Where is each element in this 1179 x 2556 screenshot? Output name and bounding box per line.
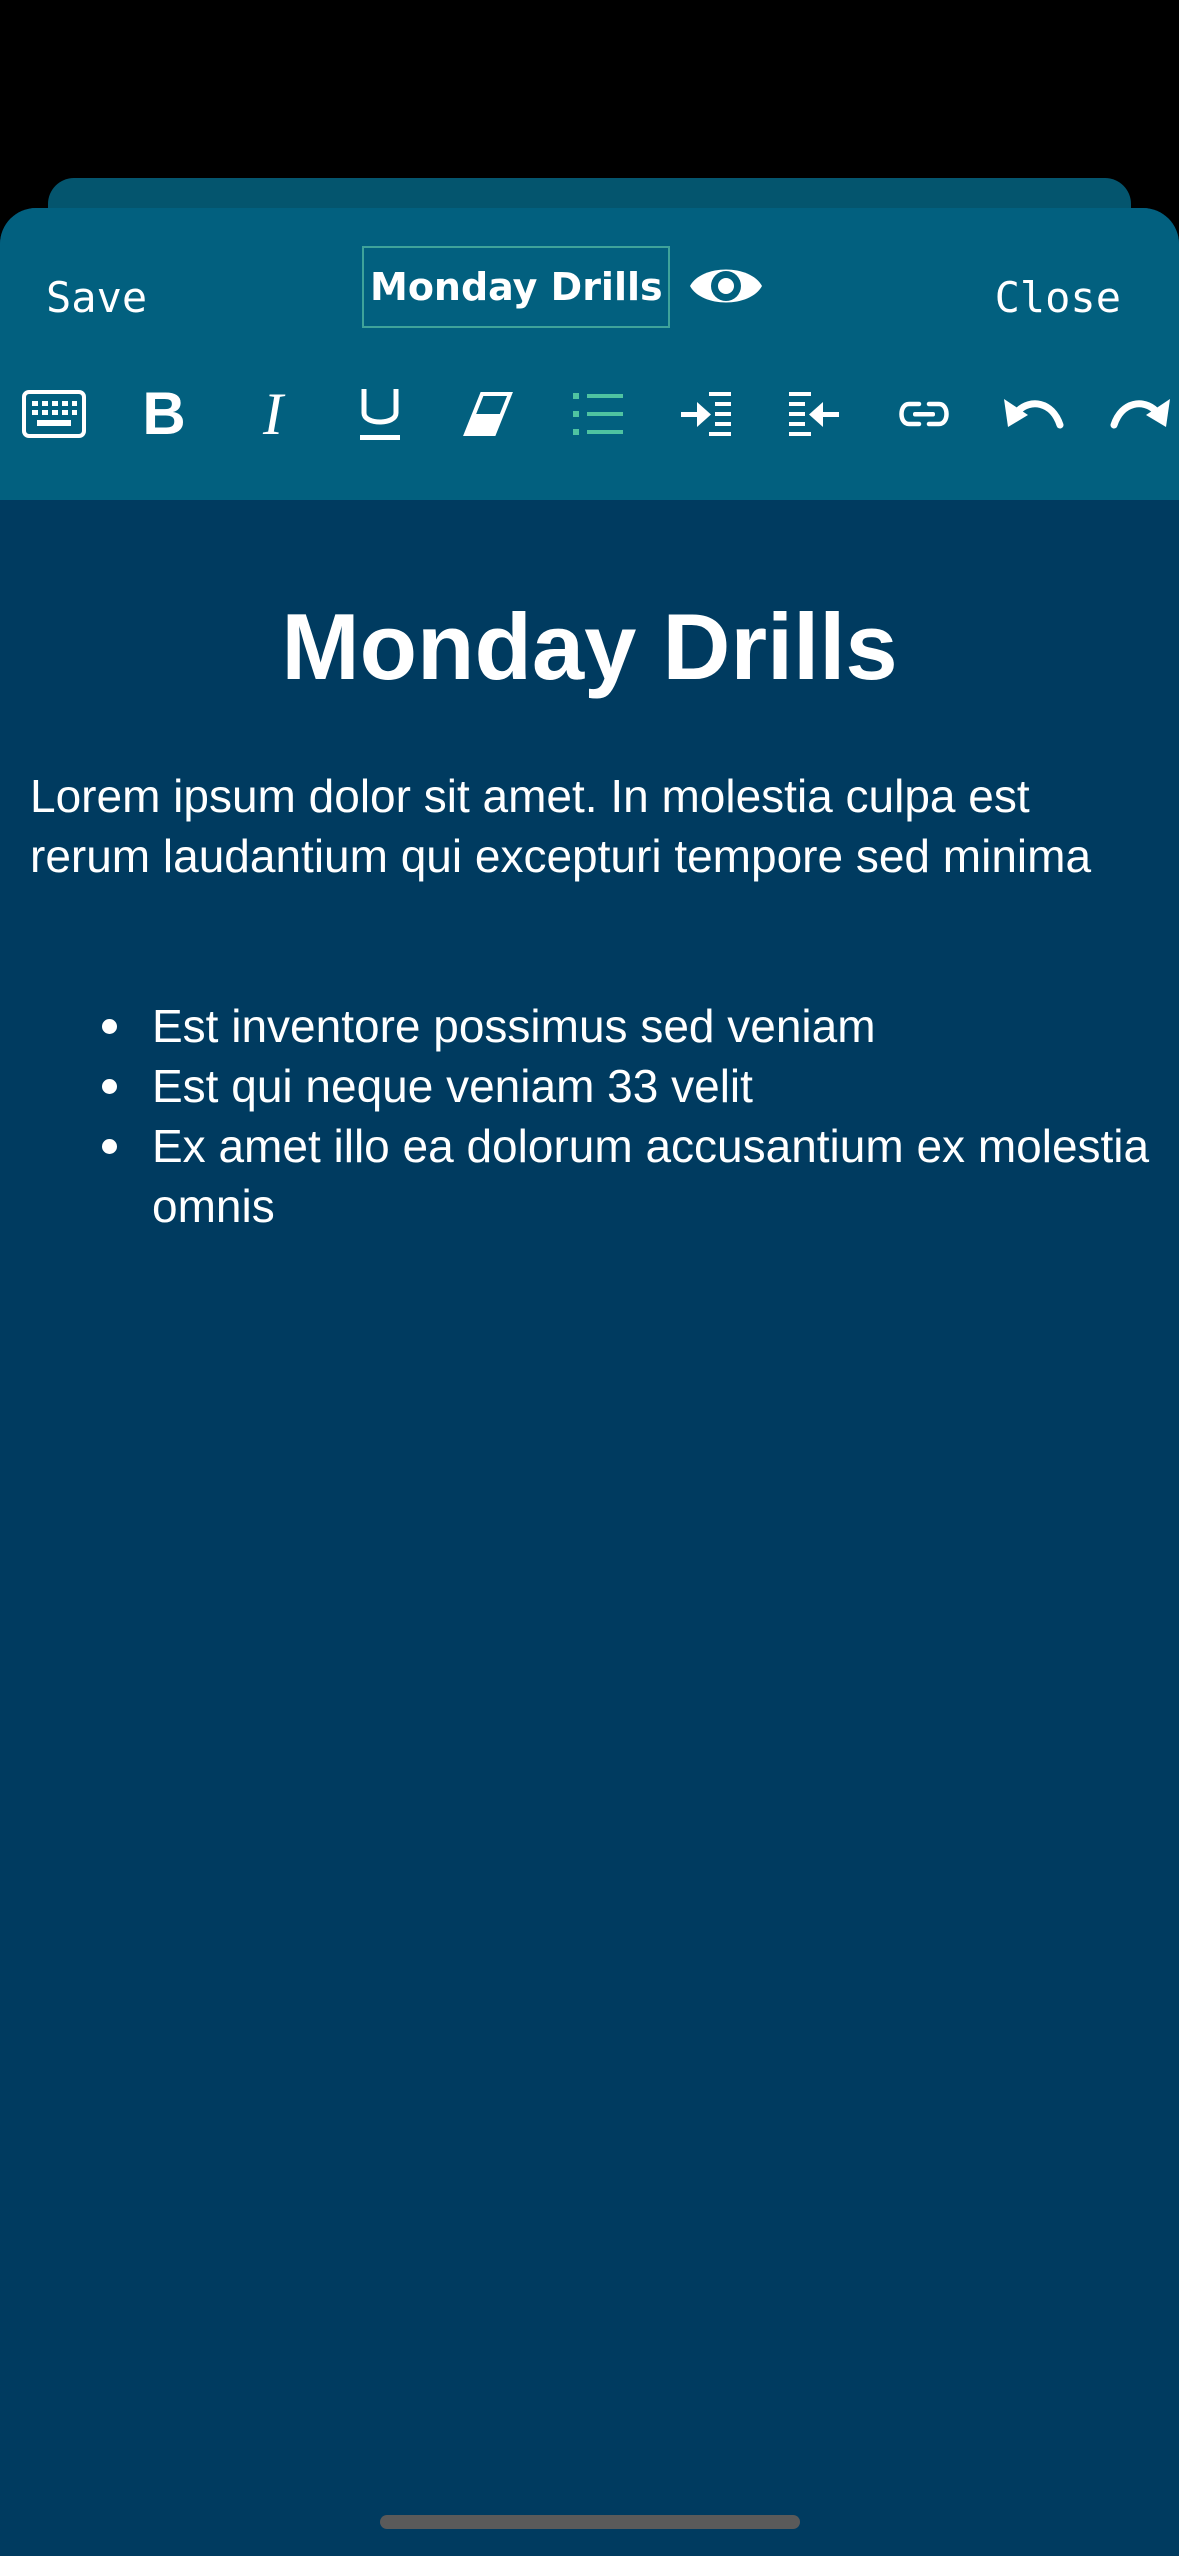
undo-icon[interactable]: [996, 378, 1068, 450]
redo-icon[interactable]: [1106, 378, 1178, 450]
home-indicator[interactable]: [380, 2515, 800, 2529]
app-screen: Save Close: [0, 0, 1179, 2556]
list-item: Est inventore possimus sed veniam: [102, 996, 1179, 1056]
indent-icon[interactable]: [670, 378, 742, 450]
save-button[interactable]: Save: [46, 258, 147, 338]
bullet-list: Est inventore possimus sed veniam Est qu…: [0, 996, 1179, 1236]
editor-sheet: Save Close: [0, 208, 1179, 2556]
editor-header: Save Close: [0, 208, 1179, 500]
bold-glyph: B: [142, 380, 186, 447]
eraser-icon[interactable]: [452, 378, 524, 450]
document-body[interactable]: Monday Drills Lorem ipsum dolor sit amet…: [0, 500, 1179, 2556]
list-item: Est qui neque veniam 33 velit: [102, 1056, 1179, 1116]
title-input[interactable]: [362, 246, 670, 328]
italic-glyph: I: [263, 381, 283, 447]
underline-icon[interactable]: [344, 378, 416, 450]
link-icon[interactable]: [888, 378, 960, 450]
list-item: Ex amet illo ea dolorum accusantium ex m…: [102, 1116, 1179, 1236]
document-paragraph: Lorem ipsum dolor sit amet. In molestia …: [30, 770, 1092, 882]
formatting-toolbar: B I: [0, 358, 1179, 468]
bold-icon[interactable]: B: [128, 378, 200, 450]
outdent-icon[interactable]: [778, 378, 850, 450]
bullet-list-icon[interactable]: [562, 378, 634, 450]
italic-icon[interactable]: I: [237, 378, 309, 450]
close-button[interactable]: Close: [995, 258, 1121, 338]
document-title: Monday Drills: [281, 594, 898, 699]
preview-eye-icon[interactable]: [688, 256, 764, 316]
keyboard-icon[interactable]: [18, 378, 90, 450]
